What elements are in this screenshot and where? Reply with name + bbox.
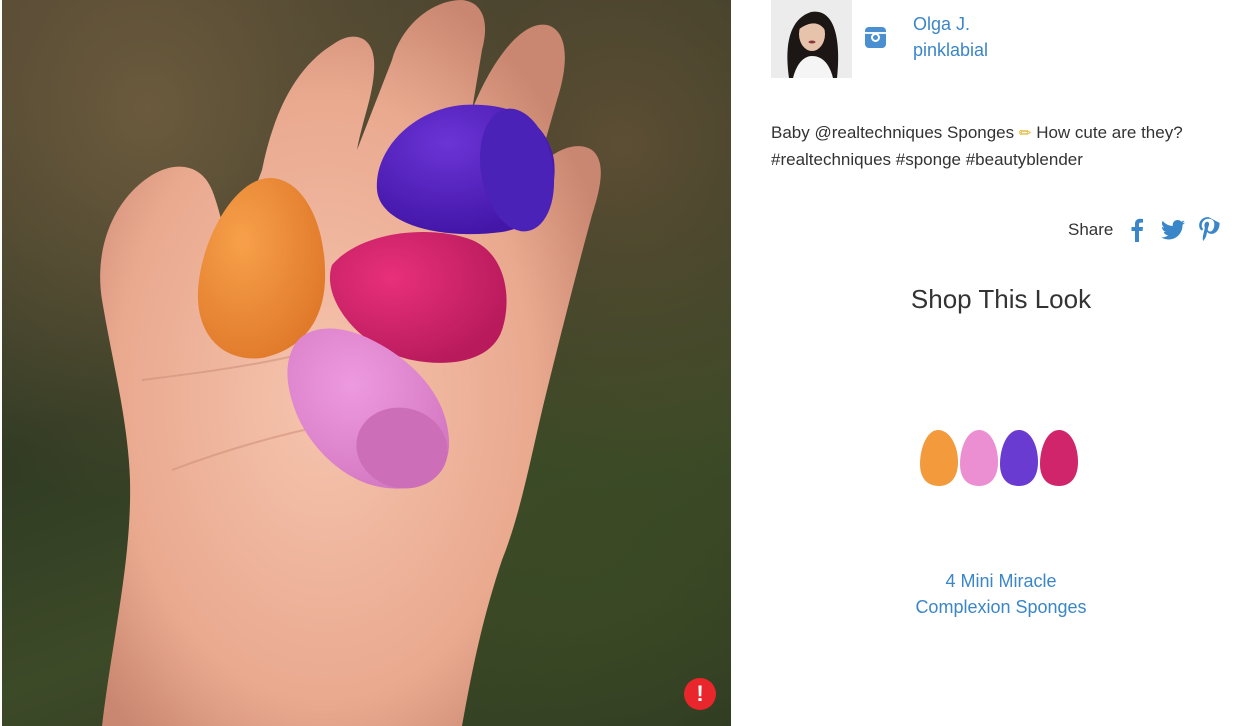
twitter-icon[interactable] <box>1161 217 1186 243</box>
product-sponge-purple <box>1000 430 1038 486</box>
product-name-link[interactable]: 4 Mini Miracle Complexion Sponges <box>771 568 1231 620</box>
product-sponge-magenta <box>1040 430 1078 486</box>
instagram-icon <box>865 27 886 48</box>
photo-artwork <box>100 0 601 726</box>
product-sponge-pink <box>960 430 998 486</box>
share-bar: Share <box>1068 216 1221 244</box>
share-label: Share <box>1068 220 1114 239</box>
report-button[interactable]: ! <box>684 678 716 710</box>
user-name[interactable]: Olga J. <box>913 14 970 35</box>
product-name-line-1: 4 Mini Miracle <box>945 571 1057 591</box>
shop-this-look-title: Shop This Look <box>910 284 1092 314</box>
product-image[interactable] <box>914 420 1086 496</box>
product-name-line-2: Complexion Sponges <box>915 597 1087 617</box>
avatar[interactable] <box>771 0 852 78</box>
pinterest-icon[interactable] <box>1197 217 1221 243</box>
product-sponge-orange <box>920 430 958 486</box>
facebook-icon[interactable] <box>1125 217 1149 243</box>
avatar-image <box>771 0 852 78</box>
pencil-emoji-icon: ✏ <box>1018 125 1032 142</box>
post-photo[interactable]: ! <box>2 0 731 726</box>
post-caption: Baby @realtechniques Sponges ✏ How cute … <box>771 120 1226 173</box>
user-handle[interactable]: pinklabial <box>913 40 988 61</box>
instagram-icon-lens <box>871 33 880 42</box>
caption-text-1: Baby @realtechniques Sponges <box>771 123 1015 142</box>
